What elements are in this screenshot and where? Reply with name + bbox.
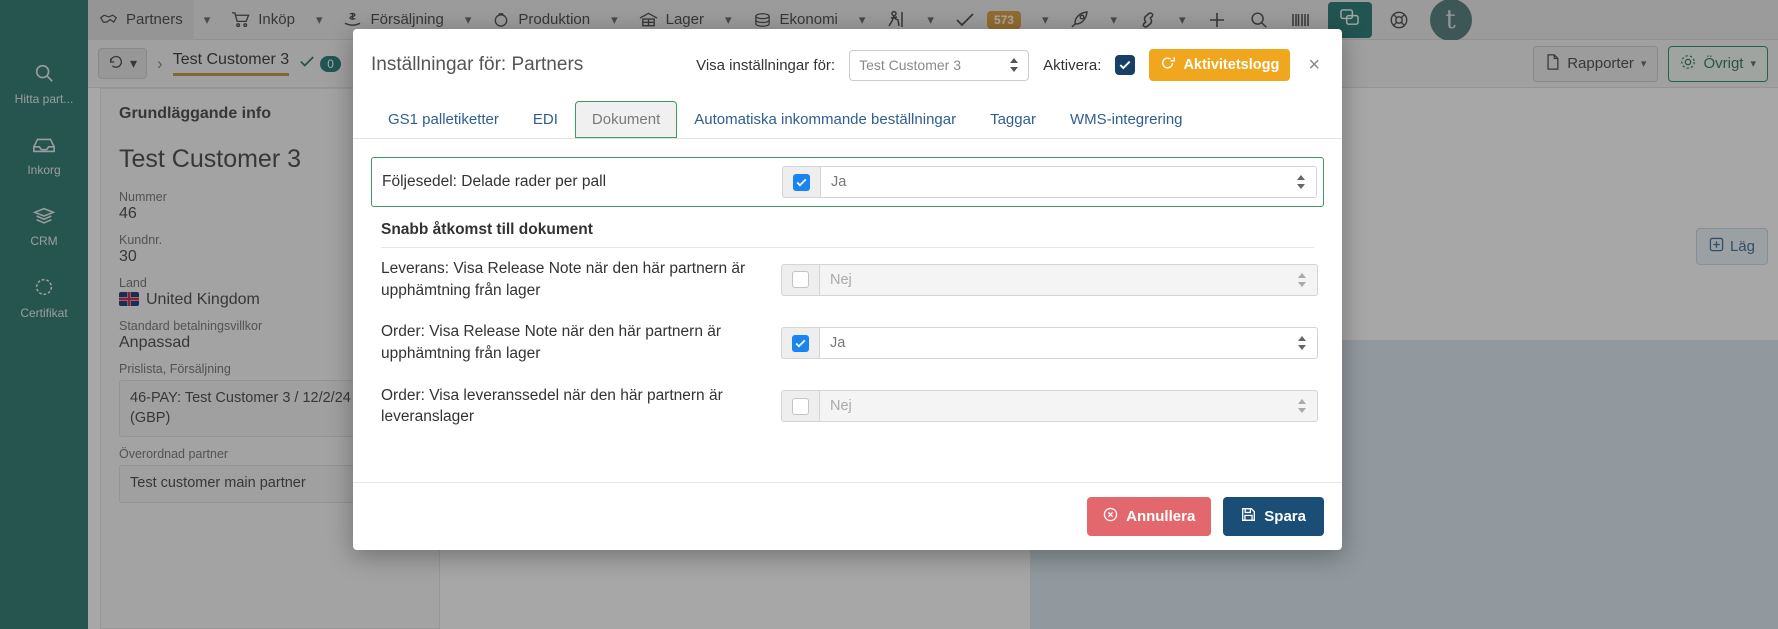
save-label: Spara bbox=[1264, 508, 1306, 525]
select-arrows-icon bbox=[1296, 174, 1306, 190]
screen: Hitta part... Inkorg CRM bbox=[0, 0, 1778, 629]
modal-tabs: GS1 palletiketter EDI Dokument Automatis… bbox=[353, 91, 1342, 139]
select-arrows-icon bbox=[1297, 398, 1307, 414]
setting-label: Leverans: Visa Release Note när den här … bbox=[381, 258, 781, 301]
modal-header: Inställningar för: Partners Visa inställ… bbox=[353, 29, 1342, 91]
setting-control: Ja bbox=[781, 327, 1318, 359]
setting-value: Ja bbox=[830, 335, 845, 351]
tab-wms-integrering[interactable]: WMS-integrering bbox=[1053, 101, 1200, 138]
setting-row-order-release-note: Order: Visa Release Note när den här par… bbox=[371, 311, 1324, 374]
setting-value: Nej bbox=[830, 398, 852, 414]
section-title-snabb-atkomst: Snabb åtkomst till dokument bbox=[371, 207, 1324, 247]
setting-value-select[interactable]: Nej bbox=[819, 264, 1318, 296]
setting-label: Order: Visa Release Note när den här par… bbox=[381, 321, 781, 364]
modal-footer: Annullera Spara bbox=[353, 482, 1342, 550]
activity-log-button[interactable]: Aktivitetslogg bbox=[1149, 49, 1290, 81]
setting-checkbox[interactable] bbox=[793, 174, 810, 191]
setting-row-leverans-release-note: Leverans: Visa Release Note när den här … bbox=[371, 248, 1324, 311]
setting-value: Nej bbox=[830, 272, 852, 288]
setting-checkbox[interactable] bbox=[792, 271, 809, 288]
setting-row-foljesedel-delade-rader: Följesedel: Delade rader per pall Ja bbox=[371, 157, 1324, 207]
setting-control: Nej bbox=[781, 264, 1318, 296]
setting-checkbox-wrapper[interactable] bbox=[782, 166, 820, 198]
activate-checkbox[interactable] bbox=[1115, 55, 1135, 75]
setting-checkbox-wrapper[interactable] bbox=[781, 264, 819, 296]
cancel-button[interactable]: Annullera bbox=[1087, 497, 1211, 536]
setting-checkbox-wrapper[interactable] bbox=[781, 390, 819, 422]
setting-label: Order: Visa leveranssedel när den här pa… bbox=[381, 385, 781, 428]
cancel-label: Annullera bbox=[1126, 508, 1195, 525]
modal-header-controls: Visa inställningar för: Test Customer 3 … bbox=[696, 49, 1324, 81]
cancel-circle-icon bbox=[1103, 507, 1118, 526]
modal-title: Inställningar för: Partners bbox=[371, 54, 583, 76]
setting-checkbox-wrapper[interactable] bbox=[781, 327, 819, 359]
activity-log-label: Aktivitetslogg bbox=[1183, 57, 1279, 73]
setting-value-select[interactable]: Nej bbox=[819, 390, 1318, 422]
activate-label: Aktivera: bbox=[1043, 57, 1101, 74]
select-arrows-icon bbox=[1297, 272, 1307, 288]
select-arrows-icon bbox=[1297, 335, 1307, 351]
setting-control: Ja bbox=[782, 166, 1317, 198]
tab-dokument[interactable]: Dokument bbox=[575, 101, 677, 138]
tab-automatiska-inkommande-bestallningar[interactable]: Automatiska inkommande beställningar bbox=[677, 101, 973, 138]
customer-select[interactable]: Test Customer 3 bbox=[849, 50, 1029, 81]
setting-value-select[interactable]: Ja bbox=[819, 327, 1318, 359]
setting-row-order-leveranssedel: Order: Visa leveranssedel när den här pa… bbox=[371, 375, 1324, 438]
tab-taggar[interactable]: Taggar bbox=[973, 101, 1053, 138]
customer-select-value: Test Customer 3 bbox=[859, 57, 961, 73]
select-arrows-icon bbox=[1009, 57, 1019, 73]
tab-gs1-palletiketter[interactable]: GS1 palletiketter bbox=[371, 101, 516, 138]
setting-checkbox[interactable] bbox=[792, 398, 809, 415]
setting-value: Ja bbox=[831, 174, 846, 190]
tab-edi[interactable]: EDI bbox=[516, 101, 575, 138]
setting-value-select[interactable]: Ja bbox=[820, 166, 1317, 198]
settings-modal: Inställningar för: Partners Visa inställ… bbox=[353, 29, 1342, 550]
activity-log-icon bbox=[1160, 56, 1176, 74]
setting-checkbox[interactable] bbox=[792, 335, 809, 352]
show-settings-for-label: Visa inställningar för: bbox=[696, 57, 835, 74]
setting-label: Följesedel: Delade rader per pall bbox=[382, 171, 782, 193]
modal-body: Följesedel: Delade rader per pall Ja bbox=[353, 139, 1342, 482]
save-button[interactable]: Spara bbox=[1223, 497, 1324, 536]
setting-control: Nej bbox=[781, 390, 1318, 422]
close-icon[interactable]: × bbox=[1304, 55, 1324, 75]
save-disk-icon bbox=[1241, 507, 1256, 526]
